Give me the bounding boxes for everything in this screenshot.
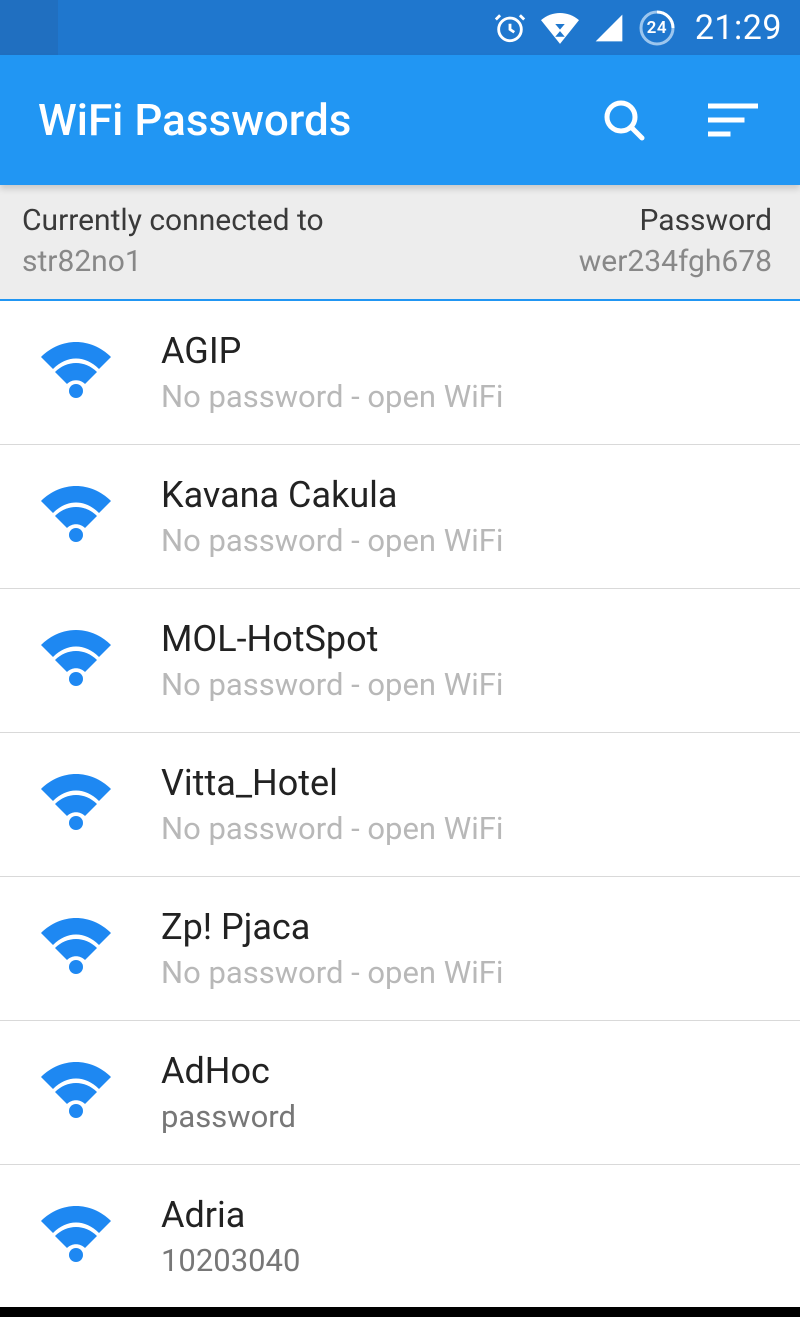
current-connection-panel[interactable]: Currently connected to str82no1 Password… (0, 185, 800, 301)
wifi-icon (36, 619, 161, 703)
item-text: Adria 10203040 (161, 1194, 300, 1279)
wifi-icon (36, 331, 161, 415)
wifi-icon (36, 907, 161, 991)
sort-icon[interactable] (708, 100, 758, 140)
cell-signal-icon (593, 12, 625, 44)
list-item[interactable]: Adria 10203040 (0, 1165, 800, 1309)
item-text: AdHoc password (161, 1050, 296, 1135)
app-title: WiFi Passwords (38, 94, 600, 146)
status-time: 21:29 (695, 8, 782, 48)
wifi-icon (36, 1195, 161, 1279)
list-item[interactable]: MOL-HotSpot No password - open WiFi (0, 589, 800, 733)
status-accent (0, 0, 58, 55)
ssid-label: MOL-HotSpot (161, 618, 503, 660)
app-bar: WiFi Passwords (0, 55, 800, 185)
ssid-label: Vitta_Hotel (161, 762, 503, 804)
password-label: 10203040 (161, 1242, 300, 1279)
ssid-label: Kavana Cakula (161, 474, 503, 516)
network-list[interactable]: AGIP No password - open WiFi Kavana Caku… (0, 301, 800, 1309)
wifi-icon (36, 763, 161, 847)
list-item[interactable]: Vitta_Hotel No password - open WiFi (0, 733, 800, 877)
item-text: Vitta_Hotel No password - open WiFi (161, 762, 503, 847)
wifi-icon (36, 475, 161, 559)
list-item[interactable]: AGIP No password - open WiFi (0, 301, 800, 445)
current-password-col: Password wer234fgh678 (579, 203, 772, 279)
status-icons: 24 21:29 (493, 8, 782, 48)
ssid-label: AdHoc (161, 1050, 296, 1092)
status-bar: 24 21:29 (0, 0, 800, 55)
list-item[interactable]: Kavana Cakula No password - open WiFi (0, 445, 800, 589)
password-label: No password - open WiFi (161, 522, 503, 559)
current-ssid-value: str82no1 (22, 244, 324, 279)
app-bar-actions (600, 96, 770, 144)
password-label: No password - open WiFi (161, 666, 503, 703)
item-text: Zp! Pjaca No password - open WiFi (161, 906, 503, 991)
password-label: No password - open WiFi (161, 954, 503, 991)
ssid-label: Adria (161, 1194, 300, 1236)
nav-bar (0, 1307, 800, 1317)
current-password-value: wer234fgh678 (579, 244, 772, 279)
password-label: No password - open WiFi (161, 378, 503, 415)
alarm-icon (493, 11, 527, 45)
search-icon[interactable] (600, 96, 648, 144)
wifi-status-icon (541, 11, 579, 45)
list-item[interactable]: AdHoc password (0, 1021, 800, 1165)
item-text: Kavana Cakula No password - open WiFi (161, 474, 503, 559)
ssid-label: Zp! Pjaca (161, 906, 503, 948)
wifi-icon (36, 1051, 161, 1135)
password-label: No password - open WiFi (161, 810, 503, 847)
ssid-label: AGIP (161, 330, 503, 372)
current-ssid-label: Currently connected to (22, 203, 324, 238)
item-text: AGIP No password - open WiFi (161, 330, 503, 415)
current-ssid-col: Currently connected to str82no1 (22, 203, 324, 279)
list-item[interactable]: Zp! Pjaca No password - open WiFi (0, 877, 800, 1021)
data-badge-number: 24 (639, 10, 675, 46)
item-text: MOL-HotSpot No password - open WiFi (161, 618, 503, 703)
password-label: password (161, 1098, 296, 1135)
current-password-label: Password (639, 203, 772, 238)
data-badge-icon: 24 (639, 10, 675, 46)
